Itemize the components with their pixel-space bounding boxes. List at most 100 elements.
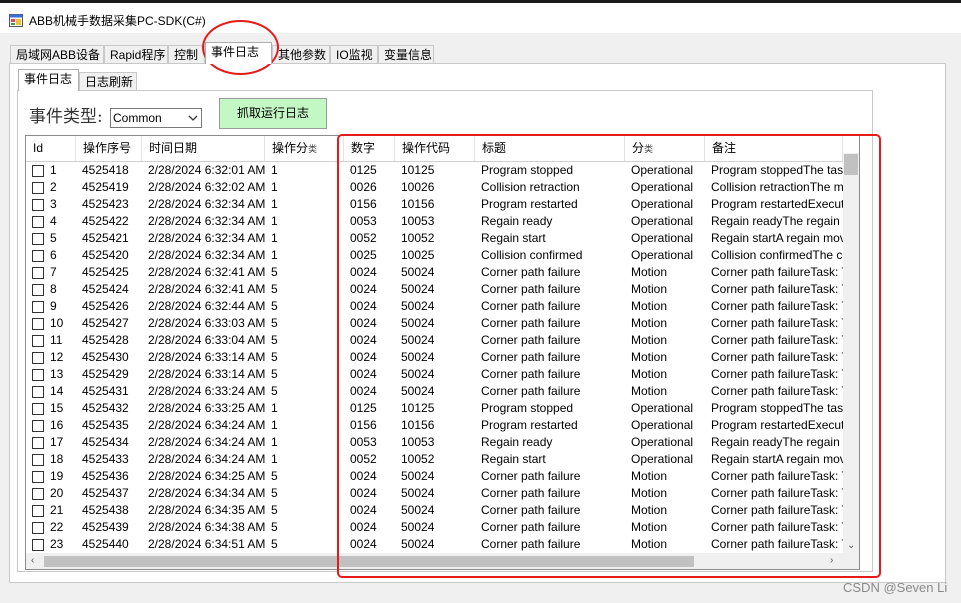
column-header-0[interactable]: Id [26,136,76,161]
cell-id: 6 [50,248,57,262]
table-cell: Program restarted [481,418,578,432]
main-tab-6[interactable]: 变量信息 [378,45,434,63]
main-tab-1[interactable]: Rapid程序 [104,45,168,63]
row-checkbox[interactable] [32,539,44,551]
row-checkbox[interactable] [32,267,44,279]
table-cell: Regain ready [481,214,553,228]
row-checkbox[interactable] [32,165,44,177]
table-row[interactable]: 23 4525440 2/28/2024 6:34:51 AM 5 0024 50024 C… [26,536,844,553]
fetch-log-button[interactable]: 抓取运行日志 [219,98,327,129]
table-row[interactable]: 19 4525436 2/28/2024 6:34:25 AM 5 0024 50024 C… [26,468,844,485]
table-cell: 50024 [401,265,435,279]
event-type-label: 事件类型: [29,107,103,127]
row-checkbox[interactable] [32,522,44,534]
row-checkbox[interactable] [32,420,44,432]
scroll-left-icon[interactable]: ‹ [31,556,34,566]
scroll-down-icon[interactable]: ⌄ [847,541,855,551]
table-cell: 0024 [350,350,377,364]
table-cell: 0024 [350,503,377,517]
table-cell: Motion [631,316,668,330]
horizontal-scrollbar[interactable]: ‹ › [26,553,843,569]
column-header-6[interactable]: 标题 [475,136,625,161]
table-row[interactable]: 20 4525437 2/28/2024 6:34:34 AM 5 0024 50024 C… [26,485,844,502]
horizontal-scroll-thumb[interactable] [44,556,694,567]
row-checkbox[interactable] [32,216,44,228]
row-checkbox[interactable] [32,250,44,262]
table-cell: 4525423 [82,197,129,211]
table-cell: 0024 [350,333,377,347]
column-header-3[interactable]: 操作分类 [265,136,344,161]
main-tab-2[interactable]: 控制 [168,45,205,63]
table-row[interactable]: 3 4525423 2/28/2024 6:32:34 AM 1 0156 10156 Pr… [26,196,844,213]
table-cell: 2/28/2024 6:34:24 AM [148,435,265,449]
table-row[interactable]: 13 4525429 2/28/2024 6:33:14 AM 5 0024 50024 C… [26,366,844,383]
row-checkbox[interactable] [32,454,44,466]
row-checkbox[interactable] [32,284,44,296]
table-row[interactable]: 10 4525427 2/28/2024 6:33:03 AM 5 0024 50024 C… [26,315,844,332]
vertical-scroll-thumb[interactable] [844,154,858,175]
column-header-label: 时间日期 [149,141,198,155]
table-row[interactable]: 15 4525432 2/28/2024 6:33:25 AM 1 0125 10125 P… [26,400,844,417]
column-header-2[interactable]: 时间日期 [142,136,265,161]
row-checkbox[interactable] [32,318,44,330]
scroll-right-icon[interactable]: › [830,556,833,566]
table-row[interactable]: 9 4525426 2/28/2024 6:32:44 AM 5 0024 50024 Co… [26,298,844,315]
column-header-5[interactable]: 操作代码 [395,136,475,161]
table-row[interactable]: 1 4525418 2/28/2024 6:32:01 AM 1 0125 10125 Pr… [26,162,844,179]
row-checkbox[interactable] [32,352,44,364]
cell-id: 14 [50,384,64,398]
table-row[interactable]: 6 4525420 2/28/2024 6:32:34 AM 1 0025 10025 Co… [26,247,844,264]
table-row[interactable]: 11 4525428 2/28/2024 6:33:04 AM 5 0024 50024 C… [26,332,844,349]
row-checkbox[interactable] [32,369,44,381]
table-cell: 5 [271,384,278,398]
sub-tab-0[interactable]: 事件日志 [18,69,79,91]
table-row[interactable]: 4 4525422 2/28/2024 6:32:34 AM 1 0053 10053 Re… [26,213,844,230]
table-row[interactable]: 14 4525431 2/28/2024 6:33:24 AM 5 0024 50024 C… [26,383,844,400]
main-tab-5[interactable]: IO监视 [330,45,378,63]
row-checkbox[interactable] [32,488,44,500]
cell-id: 2 [50,180,57,194]
table-cell: Corner path failure [481,469,581,483]
event-type-select[interactable]: Common [110,108,202,128]
table-cell: 2/28/2024 6:34:34 AM [148,486,265,500]
sub-tab-1[interactable]: 日志刷新 [79,72,137,90]
cell-id: 21 [50,503,64,517]
row-checkbox[interactable] [32,437,44,449]
table-row[interactable]: 5 4525421 2/28/2024 6:32:34 AM 1 0052 10052 Re… [26,230,844,247]
row-checkbox[interactable] [32,233,44,245]
row-checkbox[interactable] [32,301,44,313]
row-checkbox[interactable] [32,199,44,211]
table-cell: Program restartedExecution [711,418,843,432]
event-log-table[interactable]: Id 操作序号 时间日期 操作分类 数字 操作代码 标题 分类 备注 1 4525418 2/28/… [25,135,860,570]
column-header-1[interactable]: 操作序号 [76,136,142,161]
table-cell: 1 [271,452,278,466]
row-checkbox[interactable] [32,471,44,483]
table-cell: 50024 [401,299,435,313]
table-cell: 10053 [401,435,435,449]
app-window-icon [9,14,23,27]
row-checkbox[interactable] [32,386,44,398]
table-row[interactable]: 8 4525424 2/28/2024 6:32:41 AM 5 0024 50024 Co… [26,281,844,298]
table-row[interactable]: 7 4525425 2/28/2024 6:32:41 AM 5 0024 50024 Co… [26,264,844,281]
table-row[interactable]: 12 4525430 2/28/2024 6:33:14 AM 5 0024 50024 C… [26,349,844,366]
cell-id: 19 [50,469,64,483]
main-tab-0[interactable]: 局域网ABB设备 [10,45,104,63]
table-row[interactable]: 16 4525435 2/28/2024 6:34:24 AM 1 0156 10156 P… [26,417,844,434]
window-title: ABB机械手数据采集PC-SDK(C#) [29,14,206,28]
column-header-7[interactable]: 分类 [625,136,705,161]
table-row[interactable]: 18 4525433 2/28/2024 6:34:24 AM 1 0052 10052 R… [26,451,844,468]
table-cell: 10125 [401,163,435,177]
row-checkbox[interactable] [32,182,44,194]
main-tab-3[interactable]: 事件日志 [205,42,272,64]
row-checkbox[interactable] [32,505,44,517]
row-checkbox[interactable] [32,335,44,347]
table-row[interactable]: 17 4525434 2/28/2024 6:34:24 AM 1 0053 10053 R… [26,434,844,451]
vertical-scrollbar[interactable]: ⌄ [843,153,859,554]
table-row[interactable]: 2 4525419 2/28/2024 6:32:02 AM 1 0026 10026 Co… [26,179,844,196]
main-tab-4[interactable]: 其他参数 [272,45,330,63]
row-checkbox[interactable] [32,403,44,415]
column-header-4[interactable]: 数字 [344,136,395,161]
table-row[interactable]: 21 4525438 2/28/2024 6:34:35 AM 5 0024 50024 C… [26,502,844,519]
column-header-8[interactable]: 备注 [705,136,843,161]
table-row[interactable]: 22 4525439 2/28/2024 6:34:38 AM 5 0024 50024 C… [26,519,844,536]
